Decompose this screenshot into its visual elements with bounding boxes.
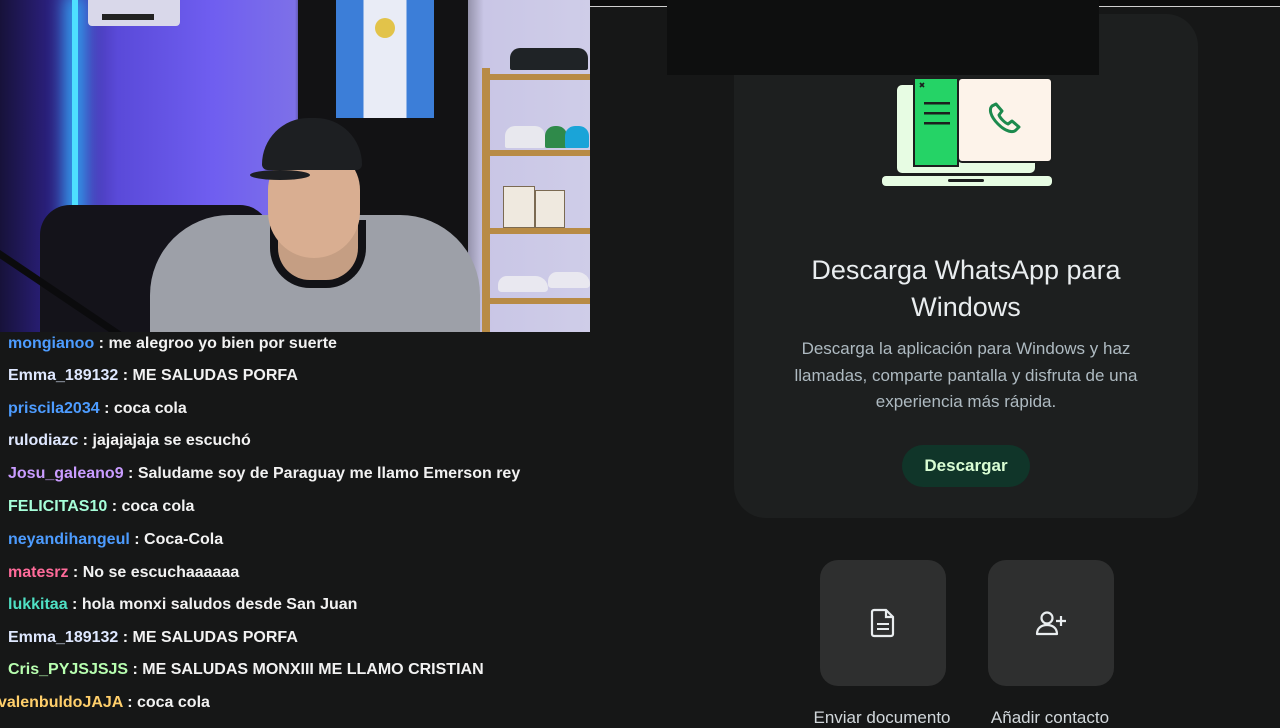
chat-username[interactable]: lukkitaa	[8, 596, 68, 613]
laptop-phone-icon	[878, 76, 1056, 190]
chat-username[interactable]: valenbuldoJAJA	[0, 694, 123, 711]
stream-chat: mongianoo : me alegroo yo bien por suert…	[0, 332, 590, 720]
chat-text: ME SALUDAS MONXIII ME LLAMO CRISTIAN	[142, 661, 484, 678]
chat-username[interactable]: Cris_PYJSJSJS	[8, 661, 128, 678]
flag-sun	[375, 18, 395, 38]
add-contact-icon	[1035, 611, 1066, 636]
top-overlay	[667, 0, 1099, 75]
box	[503, 186, 535, 228]
chat-username[interactable]: priscila2034	[8, 400, 100, 417]
chat-username[interactable]: Emma_189132	[8, 629, 118, 646]
air-conditioner	[88, 0, 180, 26]
download-button[interactable]: Descargar	[902, 445, 1030, 487]
chat-text: jajajajaja se escuchó	[92, 432, 251, 449]
cap	[545, 126, 567, 148]
add-contact-button[interactable]	[988, 560, 1114, 686]
chat-message: Emma_189132 : ME SALUDAS PORFA	[8, 367, 298, 384]
send-document-label: Enviar documento	[813, 708, 951, 727]
chat-text: coca cola	[113, 400, 187, 417]
chat-message: mongianoo : me alegroo yo bien por suert…	[8, 335, 337, 352]
add-contact-label: Añadir contacto	[990, 708, 1110, 727]
send-document-button[interactable]	[820, 560, 946, 686]
chat-text: me alegroo yo bien por suerte	[108, 335, 337, 352]
shelf-plank	[482, 74, 590, 80]
chat-message: valenbuldoJAJA : coca cola	[0, 694, 210, 711]
shoe	[548, 272, 590, 288]
chat-text: ME SALUDAS PORFA	[132, 367, 298, 384]
desc-line: experiencia más rápida.	[875, 392, 1057, 411]
chat-message: FELICITAS10 : coca cola	[8, 498, 195, 515]
chat-username[interactable]: FELICITAS10	[8, 498, 107, 515]
chat-username[interactable]: neyandihangeul	[8, 531, 130, 548]
title-line: Windows	[911, 292, 1021, 322]
chat-username[interactable]: mongianoo	[8, 335, 94, 352]
chat-username[interactable]: Josu_galeano9	[8, 465, 124, 482]
caps	[510, 48, 588, 70]
chat-username[interactable]: rulodiazc	[8, 432, 78, 449]
chat-text: coca cola	[121, 498, 195, 515]
chat-text: No se escuchaaaaaa	[82, 564, 240, 581]
desc-line: Descarga la aplicación para Windows y ha…	[801, 339, 1131, 358]
shelf-plank	[482, 150, 590, 156]
cap	[505, 126, 545, 148]
shelf-plank	[482, 298, 590, 304]
chat-text: Coca-Cola	[144, 531, 224, 548]
chat-username[interactable]: matesrz	[8, 564, 68, 581]
top-strip	[590, 0, 667, 7]
chat-text: hola monxi saludos desde San Juan	[81, 596, 358, 613]
chat-text: Saludame soy de Paraguay me llamo Emerso…	[137, 465, 521, 482]
chat-message: neyandihangeul : Coca-Cola	[8, 531, 224, 548]
chat-message: rulodiazc : jajajajaja se escuchó	[8, 432, 251, 449]
chat-message: priscila2034 : coca cola	[8, 400, 187, 417]
top-strip	[1099, 0, 1280, 7]
chat-text: coca cola	[136, 694, 210, 711]
chat-message: Cris_PYJSJSJS : ME SALUDAS MONXIII ME LL…	[8, 661, 484, 678]
chat-message: matesrz : No se escuchaaaaaa	[8, 564, 240, 581]
title-line: Descarga WhatsApp para	[811, 255, 1121, 285]
chat-message: lukkitaa : hola monxi saludos desde San …	[8, 596, 358, 613]
document-icon	[870, 608, 895, 638]
cap	[565, 126, 589, 148]
chat-username[interactable]: Emma_189132	[8, 367, 118, 384]
chat-message: Josu_galeano9 : Saludame soy de Paraguay…	[8, 465, 521, 482]
led-strip	[72, 0, 78, 220]
chat-text: ME SALUDAS PORFA	[132, 629, 298, 646]
cap-brim	[250, 170, 310, 180]
card-title: Descarga WhatsApp para Windows	[734, 252, 1198, 326]
shoe	[498, 276, 548, 292]
desc-line: llamadas, comparte pantalla y disfruta d…	[794, 365, 1138, 385]
shelf-plank	[482, 228, 590, 234]
chat-message: Emma_189132 : ME SALUDAS PORFA	[8, 629, 298, 646]
webcam-feed	[0, 0, 590, 332]
card-description: Descarga la aplicación para Windows y ha…	[764, 336, 1168, 416]
box	[535, 190, 565, 228]
